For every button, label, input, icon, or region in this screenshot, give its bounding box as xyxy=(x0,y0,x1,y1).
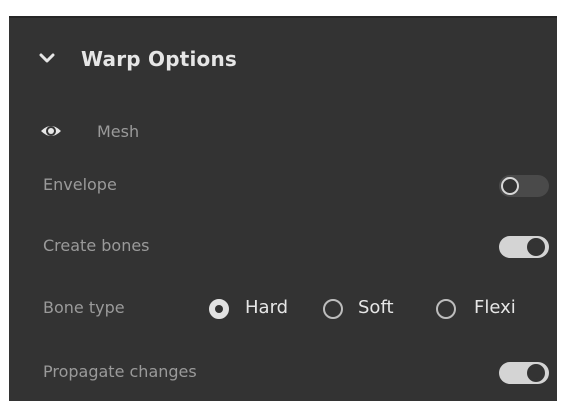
toggle-knob xyxy=(527,238,545,256)
bone-type-flexi-radio[interactable] xyxy=(436,299,456,319)
propagate-changes-toggle[interactable] xyxy=(499,362,549,384)
propagate-changes-label: Propagate changes xyxy=(43,362,197,381)
envelope-row: Envelope xyxy=(9,166,557,206)
envelope-toggle[interactable] xyxy=(499,175,549,197)
create-bones-label: Create bones xyxy=(43,236,150,255)
create-bones-toggle[interactable] xyxy=(499,236,549,258)
section-title: Warp Options xyxy=(81,47,238,71)
bone-type-hard-label[interactable]: Hard xyxy=(245,297,288,318)
warp-options-panel: Warp Options Mesh Envelope Create bones … xyxy=(9,16,557,401)
toggle-knob xyxy=(527,364,545,382)
mesh-row: Mesh xyxy=(9,113,557,153)
bone-type-row: Bone type Hard Soft Flexi xyxy=(9,289,557,329)
bone-type-label: Bone type xyxy=(43,298,125,317)
envelope-label: Envelope xyxy=(43,175,117,194)
mesh-label: Mesh xyxy=(97,122,140,141)
bone-type-soft-label[interactable]: Soft xyxy=(358,297,394,318)
bone-type-flexi-label[interactable]: Flexi xyxy=(474,297,516,318)
toggle-knob xyxy=(501,177,519,195)
panel-top-divider xyxy=(9,16,557,18)
bone-type-hard-radio[interactable] xyxy=(209,299,229,319)
warp-options-header[interactable]: Warp Options xyxy=(9,42,557,78)
propagate-changes-row: Propagate changes xyxy=(9,353,557,393)
chevron-down-icon[interactable] xyxy=(39,51,55,65)
eye-icon[interactable] xyxy=(40,121,62,141)
create-bones-row: Create bones xyxy=(9,227,557,267)
bone-type-soft-radio[interactable] xyxy=(323,299,343,319)
